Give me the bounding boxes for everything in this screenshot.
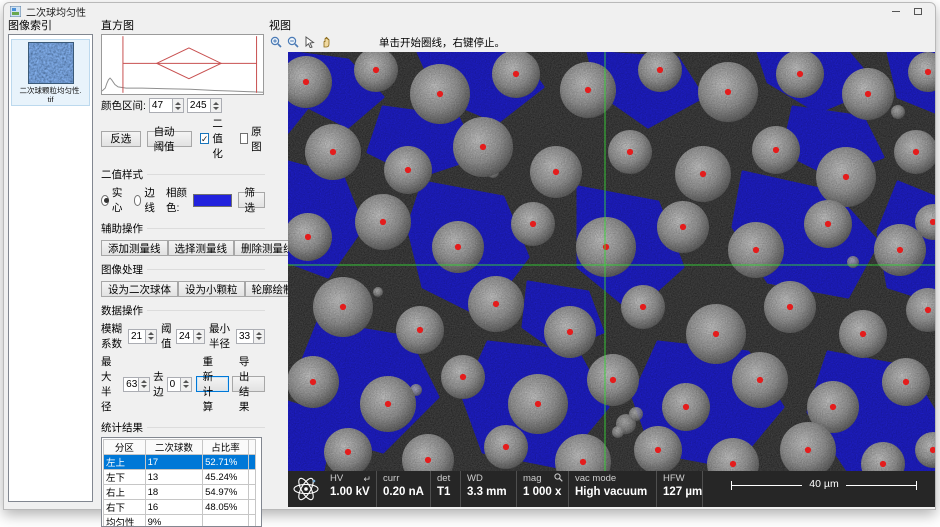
table-row[interactable]: 左下1345.24% <box>104 470 256 485</box>
histogram-title: 直方图 <box>101 21 265 33</box>
color-range-label: 颜色区间: <box>101 98 146 113</box>
results-title: 统计结果 <box>101 420 265 435</box>
col-percentage: 占比率 <box>203 440 249 455</box>
sem-image[interactable]: HV↵1.00 kVcurr0.20 nAdetT1WD3.3 mmmag1 0… <box>288 52 935 507</box>
col-filler <box>249 440 256 455</box>
table-row[interactable]: 右下1648.05% <box>104 500 256 515</box>
image-index-title: 图像索引 <box>8 21 96 33</box>
scale-bar-label: 40 µm <box>802 478 845 490</box>
cursor-icon[interactable] <box>303 36 317 49</box>
binarize-checkbox[interactable]: ✓ 二值化 <box>200 116 232 161</box>
min-radius-spinner[interactable]: 33 <box>236 329 265 344</box>
fill-color-label: 相颜色: <box>166 185 189 215</box>
histogram-plot[interactable] <box>101 34 264 95</box>
color-max-spinner[interactable]: 245 <box>187 98 222 113</box>
original-checkbox-box <box>240 133 248 144</box>
color-min-spinner[interactable]: 47 <box>149 98 184 113</box>
zoom-in-icon[interactable] <box>269 36 283 49</box>
app-icon <box>10 6 21 17</box>
auto-threshold-button[interactable]: 自动阈值 <box>147 131 192 147</box>
table-row[interactable]: 均匀性9% <box>104 515 256 527</box>
fill-color-swatch[interactable] <box>193 194 231 207</box>
maximize-button[interactable] <box>907 5 929 17</box>
databar-cell-hv: HV↵1.00 kV <box>324 471 376 507</box>
databar-cell-curr: curr0.20 nA <box>376 471 430 507</box>
outline-radio-circle <box>134 195 142 206</box>
max-radius-spinner[interactable]: 63 <box>123 377 150 392</box>
image-thumbnail[interactable] <box>28 42 74 84</box>
results-header-row: 分区 二次球数 占比率 <box>104 440 256 455</box>
table-row[interactable]: 右上1854.97% <box>104 485 256 500</box>
view-title: 视图 <box>269 21 931 33</box>
invert-button[interactable]: 反选 <box>101 131 141 147</box>
blur-coef-label: 模糊系数 <box>101 321 125 351</box>
pick-color-button[interactable]: 筛选 <box>238 192 265 208</box>
image-grain <box>288 52 935 471</box>
min-radius-label: 最小半径 <box>209 321 233 351</box>
aux-ops-title: 辅助操作 <box>101 221 265 236</box>
col-partition: 分区 <box>104 440 146 455</box>
databar-cell-hfw: HFW127 µm <box>656 471 702 507</box>
set-small-particle-button[interactable]: 设为小颗粒 <box>178 281 245 297</box>
zoom-out-icon[interactable] <box>286 36 300 49</box>
data-ops-title: 数据操作 <box>101 303 265 318</box>
image-filename: 二次球颗粒均匀性.tif <box>12 86 89 104</box>
solid-radio[interactable]: 实心 <box>101 185 126 215</box>
blur-coef-spinner[interactable]: 21 <box>128 329 157 344</box>
image-proc-title: 图像处理 <box>101 262 265 277</box>
window-title: 二次球均匀性 <box>26 4 86 19</box>
view-toolbar: 单击开始圈线，右键停止。 <box>269 34 931 50</box>
select-measure-line-button[interactable]: 选择测量线 <box>168 240 235 256</box>
trim-edge-label: 去边 <box>153 369 164 399</box>
pan-hand-icon[interactable] <box>320 36 334 49</box>
table-row[interactable]: 左上1752.71% <box>104 455 256 470</box>
minimize-button[interactable] <box>885 5 907 17</box>
threshold-label: 阈值 <box>161 321 173 351</box>
image-list-item[interactable]: 二次球颗粒均匀性.tif <box>11 39 90 106</box>
titlebar: 二次球均匀性 <box>4 3 935 19</box>
databar-cell-wd: WD3.3 mm <box>460 471 516 507</box>
microscope-logo-icon <box>288 471 324 507</box>
col-sphere-count: 二次球数 <box>145 440 202 455</box>
solid-radio-circle <box>101 195 109 206</box>
trim-edge-spinner[interactable]: 0 <box>167 377 192 392</box>
add-measure-line-button[interactable]: 添加测量线 <box>101 240 168 256</box>
outline-radio[interactable]: 边线 <box>134 185 159 215</box>
max-radius-label: 最大半径 <box>101 354 120 414</box>
original-checkbox[interactable]: 原图 <box>240 124 265 154</box>
scale-bar: 40 µm <box>702 471 935 507</box>
view-hint-text: 单击开始圈线，右键停止。 <box>379 35 505 50</box>
results-table[interactable]: 分区 二次球数 占比率 左上1752.71%左下1345.24%右上1854.9… <box>101 437 262 527</box>
databar-cell-det: detT1 <box>430 471 460 507</box>
set-secondary-sphere-button[interactable]: 设为二次球体 <box>101 281 178 297</box>
recalculate-button[interactable]: 重新计算 <box>196 376 229 392</box>
sem-databar: HV↵1.00 kVcurr0.20 nAdetT1WD3.3 mmmag1 0… <box>288 471 935 507</box>
app-window: 二次球均匀性 图像索引 <box>3 2 936 510</box>
databar-cell-vac-mode: vac modeHigh vacuum <box>568 471 656 507</box>
databar-cell-mag: mag1 000 x <box>516 471 568 507</box>
binarize-checkbox-box: ✓ <box>200 133 210 144</box>
export-results-button[interactable]: 导出结果 <box>232 376 265 392</box>
threshold-spinner[interactable]: 24 <box>176 329 205 344</box>
image-index-list[interactable]: 二次球颗粒均匀性.tif <box>8 34 93 502</box>
binary-style-title: 二值样式 <box>101 167 265 182</box>
